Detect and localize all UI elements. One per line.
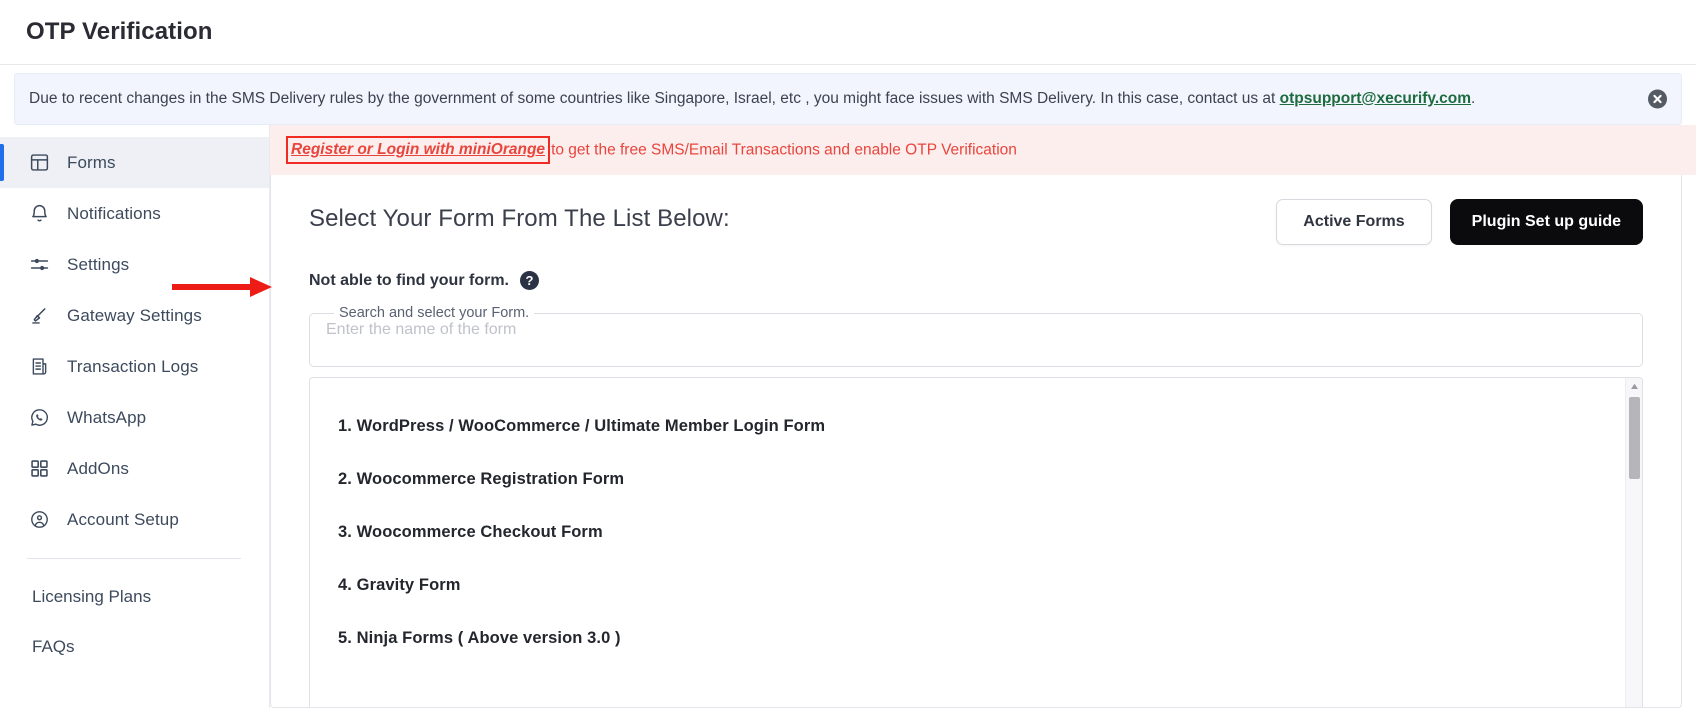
sidebar-item-settings[interactable]: Settings xyxy=(0,239,269,290)
main-content: Register or Login with miniOrange to get … xyxy=(270,125,1696,708)
sliders-icon xyxy=(27,253,51,277)
form-list-container: 1. WordPress / WooCommerce / Ultimate Me… xyxy=(309,377,1643,707)
list-item[interactable]: 3. Woocommerce Checkout Form xyxy=(338,506,1642,559)
alert-rest-text: to get the free SMS/Email Transactions a… xyxy=(551,141,1017,159)
not-found-label: Not able to find your form. xyxy=(309,271,509,289)
sidebar-item-gateway-settings[interactable]: Gateway Settings xyxy=(0,290,269,341)
search-legend: Search and select your Form. xyxy=(339,305,530,321)
sidebar-item-label: Notifications xyxy=(67,203,161,223)
search-input[interactable] xyxy=(326,321,1626,341)
sidebar-item-label: AddOns xyxy=(67,458,130,478)
sidebar-item-label: FAQs xyxy=(32,637,75,656)
panel-header: Select Your Form From The List Below: Ac… xyxy=(309,199,1643,245)
not-found-row: Not able to find your form. ? xyxy=(309,271,1643,290)
plugin-setup-guide-button[interactable]: Plugin Set up guide xyxy=(1449,199,1643,245)
active-forms-button[interactable]: Active Forms xyxy=(1276,199,1432,245)
form-list-scrollbar[interactable] xyxy=(1625,378,1642,707)
page-body: Forms Notifications Settings Gateway Set… xyxy=(0,125,1696,708)
sidebar-divider xyxy=(27,558,241,559)
sidebar-item-licensing-plans[interactable]: Licensing Plans xyxy=(0,572,269,622)
form-search-fieldset: Search and select your Form. xyxy=(309,305,1643,367)
grid-squares-icon xyxy=(27,457,51,481)
sidebar-item-account-setup[interactable]: Account Setup xyxy=(0,494,269,545)
sidebar-item-notifications[interactable]: Notifications xyxy=(0,188,269,239)
list-item[interactable]: 1. WordPress / WooCommerce / Ultimate Me… xyxy=(338,400,1642,453)
question-mark-circle-icon[interactable]: ? xyxy=(520,271,539,290)
panel-header-buttons: Active Forms Plugin Set up guide xyxy=(1276,199,1643,245)
info-banner-text-after: . xyxy=(1471,89,1476,107)
page-title: OTP Verification xyxy=(26,18,213,45)
list-item[interactable]: 5. Ninja Forms ( Above version 3.0 ) xyxy=(338,612,1642,665)
otp-verification-page: OTP Verification Due to recent changes i… xyxy=(0,0,1696,708)
scroll-up-arrow-icon[interactable] xyxy=(1626,378,1642,395)
sidebar-item-label: Licensing Plans xyxy=(32,587,152,606)
forms-panel: Select Your Form From The List Below: Ac… xyxy=(270,175,1682,708)
sidebar-item-label: Settings xyxy=(67,254,130,274)
register-login-highlight-box: Register or Login with miniOrange xyxy=(286,135,551,165)
page-header: OTP Verification xyxy=(0,0,1696,65)
sidebar-item-label: Gateway Settings xyxy=(67,305,202,325)
list-item[interactable]: 2. Woocommerce Registration Form xyxy=(338,453,1642,506)
info-banner-text: Due to recent changes in the SMS Deliver… xyxy=(29,90,1475,109)
sidebar-item-label: Forms xyxy=(67,152,116,172)
scrollbar-thumb[interactable] xyxy=(1629,397,1640,479)
sidebar-item-addons[interactable]: AddOns xyxy=(0,443,269,494)
user-circle-icon xyxy=(27,508,51,532)
sidebar-item-label: WhatsApp xyxy=(67,407,147,427)
support-email-link[interactable]: otpsupport@xecurify.com xyxy=(1280,90,1471,107)
close-circle-icon[interactable] xyxy=(1648,89,1667,109)
sidebar-item-label: Transaction Logs xyxy=(67,356,199,376)
layout-forms-icon xyxy=(27,151,51,175)
register-login-alert: Register or Login with miniOrange to get … xyxy=(270,125,1696,175)
sidebar-item-forms[interactable]: Forms xyxy=(0,137,269,188)
alert-text: Register or Login with miniOrange to get … xyxy=(286,135,1017,165)
brush-icon xyxy=(27,304,51,328)
bell-icon xyxy=(27,202,51,226)
info-banner-text-before: Due to recent changes in the SMS Deliver… xyxy=(29,89,1280,107)
whatsapp-icon xyxy=(27,406,51,430)
panel-title: Select Your Form From The List Below: xyxy=(309,205,730,232)
list-item[interactable]: 4. Gravity Form xyxy=(338,559,1642,612)
receipt-list-icon xyxy=(27,355,51,379)
sidebar-item-faqs[interactable]: FAQs xyxy=(0,622,269,672)
sidebar-item-label: Account Setup xyxy=(67,509,179,529)
sidebar-item-transaction-logs[interactable]: Transaction Logs xyxy=(0,341,269,392)
sidebar-item-whatsapp[interactable]: WhatsApp xyxy=(0,392,269,443)
register-login-link[interactable]: Register or Login with miniOrange xyxy=(291,141,545,158)
form-list: 1. WordPress / WooCommerce / Ultimate Me… xyxy=(310,378,1642,665)
sidebar-nav: Forms Notifications Settings Gateway Set… xyxy=(0,125,270,708)
sms-delivery-info-banner: Due to recent changes in the SMS Deliver… xyxy=(14,73,1682,125)
